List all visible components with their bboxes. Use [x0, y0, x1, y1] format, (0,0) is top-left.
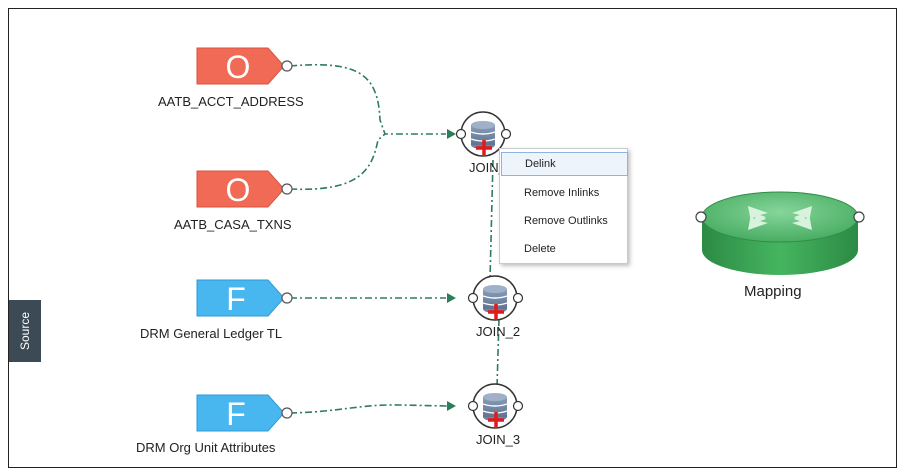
link-source1-join1	[289, 63, 446, 135]
source-node-aatb-acct-address[interactable]: O	[196, 47, 293, 85]
menu-item-remove-outlinks[interactable]: Remove Outlinks	[500, 209, 627, 233]
source-node-label: DRM Org Unit Attributes	[136, 440, 276, 455]
link-source4-join3	[289, 404, 448, 414]
source-node-label: AATB_CASA_TXNS	[174, 217, 292, 232]
source-node-drm-org-unit[interactable]: F	[196, 394, 293, 432]
router-mapping-icon	[701, 191, 859, 275]
menu-item-delete[interactable]: Delete	[500, 237, 627, 261]
mapping-node-label: Mapping	[744, 283, 802, 300]
link-source2-join1	[289, 133, 386, 191]
join-node-label: JOIN_3	[476, 432, 521, 447]
menu-item-delink[interactable]: Delink	[501, 152, 628, 176]
file-letter-icon: F	[226, 396, 246, 432]
join-node-3[interactable]	[467, 383, 524, 429]
menu-item-remove-inlinks[interactable]: Remove Inlinks	[500, 181, 627, 205]
source-tab-label: Source	[18, 311, 32, 351]
source-node-drm-general-ledger[interactable]: F	[196, 279, 293, 317]
link-join1-join2	[489, 159, 494, 281]
source-node-label: DRM General Ledger TL	[140, 326, 283, 341]
mapping-node[interactable]	[695, 191, 865, 275]
context-menu: Delink Remove Inlinks Remove Outlinks De…	[499, 148, 628, 264]
oracle-letter-icon: O	[226, 49, 251, 85]
designer-canvas: O O F F	[196, 47, 865, 432]
link-arrowheads	[447, 129, 456, 411]
source-node-label: AATB_ACCT_ADDRESS	[158, 94, 304, 109]
file-letter-icon: F	[226, 281, 246, 317]
join-node-label: JOIN_2	[476, 324, 521, 339]
source-panel-tab[interactable]: Source	[9, 300, 41, 362]
oracle-letter-icon: O	[226, 172, 251, 208]
join-node-2[interactable]	[467, 275, 524, 321]
source-node-aatb-casa-txns[interactable]: O	[196, 170, 293, 208]
